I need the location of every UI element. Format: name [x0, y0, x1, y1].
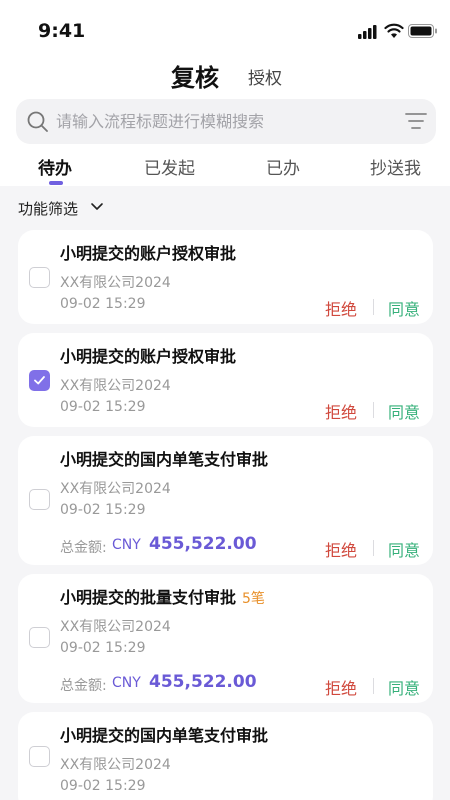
select-checkbox[interactable]	[29, 627, 50, 648]
action-divider	[373, 299, 374, 315]
reject-button[interactable]: 拒绝	[325, 675, 357, 699]
active-tab-indicator	[49, 181, 63, 185]
card-title: 小明提交的账户授权审批	[60, 244, 237, 263]
wifi-icon	[384, 23, 404, 38]
search-input[interactable]	[56, 101, 386, 142]
select-checkbox[interactable]	[29, 370, 50, 391]
select-checkbox[interactable]	[29, 267, 50, 288]
chevron-down-icon[interactable]	[90, 201, 104, 213]
page-title: 复核	[171, 64, 219, 92]
card-title: 小明提交的国内单笔支付审批	[60, 726, 269, 745]
card-title: 小明提交的批量支付审批 5笔	[60, 588, 265, 607]
card-date: 09-02 15:29	[60, 778, 146, 794]
card-company: XX有限公司2024	[60, 757, 171, 773]
total-amount-value: 455,522.00	[149, 534, 257, 554]
total-amount-label: 总金额:	[60, 678, 107, 694]
approval-card[interactable]: 小明提交的国内单笔支付审批 XX有限公司2024 09-02 15:29	[18, 712, 433, 800]
signal-icon	[358, 25, 377, 39]
action-divider	[373, 540, 374, 556]
approval-card[interactable]: 小明提交的批量支付审批 5笔 XX有限公司2024 09-02 15:29 总金额…	[18, 574, 433, 703]
approve-button[interactable]: 同意	[388, 675, 420, 699]
card-company: XX有限公司2024	[60, 619, 171, 635]
card-company: XX有限公司2024	[60, 275, 171, 291]
tab-authorize[interactable]: 授权	[248, 64, 282, 89]
card-date: 09-02 15:29	[60, 502, 146, 518]
select-checkbox[interactable]	[29, 746, 50, 767]
action-divider	[373, 678, 374, 694]
function-filter[interactable]: 功能筛选	[18, 198, 78, 219]
currency-label: CNY	[112, 537, 141, 553]
tab-initiated[interactable]: 已发起	[144, 154, 195, 179]
status-bar: 9:41	[0, 0, 450, 64]
header-panel: 9:41 复核 授权 待办 已发起 已办 抄送我	[0, 0, 450, 186]
reject-button[interactable]: 拒绝	[325, 399, 357, 423]
approval-card[interactable]: 小明提交的账户授权审批 XX有限公司2024 09-02 15:29 拒绝 同意	[18, 333, 433, 427]
card-company: XX有限公司2024	[60, 481, 171, 497]
check-icon	[34, 376, 45, 385]
reject-button[interactable]: 拒绝	[325, 537, 357, 561]
filter-icon[interactable]	[405, 111, 427, 131]
reject-button[interactable]: 拒绝	[325, 296, 357, 320]
card-date: 09-02 15:29	[60, 296, 146, 312]
battery-icon	[408, 24, 437, 38]
approve-button[interactable]: 同意	[388, 296, 420, 320]
search-icon	[27, 111, 48, 132]
card-title: 小明提交的账户授权审批	[60, 347, 237, 366]
select-checkbox[interactable]	[29, 489, 50, 510]
card-company: XX有限公司2024	[60, 378, 171, 394]
approval-card[interactable]: 小明提交的国内单笔支付审批 XX有限公司2024 09-02 15:29 总金额…	[18, 436, 433, 565]
action-divider	[373, 402, 374, 418]
approve-button[interactable]: 同意	[388, 399, 420, 423]
total-amount-label: 总金额:	[60, 540, 107, 556]
tab-done[interactable]: 已办	[266, 154, 300, 179]
card-date: 09-02 15:29	[60, 399, 146, 415]
approval-card[interactable]: 小明提交的账户授权审批 XX有限公司2024 09-02 15:29 拒绝 同意	[18, 230, 433, 324]
tab-cc-me[interactable]: 抄送我	[370, 154, 421, 179]
currency-label: CNY	[112, 675, 141, 691]
total-amount-value: 455,522.00	[149, 672, 257, 692]
card-title: 小明提交的国内单笔支付审批	[60, 450, 269, 469]
approve-button[interactable]: 同意	[388, 537, 420, 561]
tab-todo[interactable]: 待办	[38, 154, 72, 179]
count-tag: 5笔	[242, 591, 265, 607]
card-date: 09-02 15:29	[60, 640, 146, 656]
status-time: 9:41	[38, 20, 86, 42]
